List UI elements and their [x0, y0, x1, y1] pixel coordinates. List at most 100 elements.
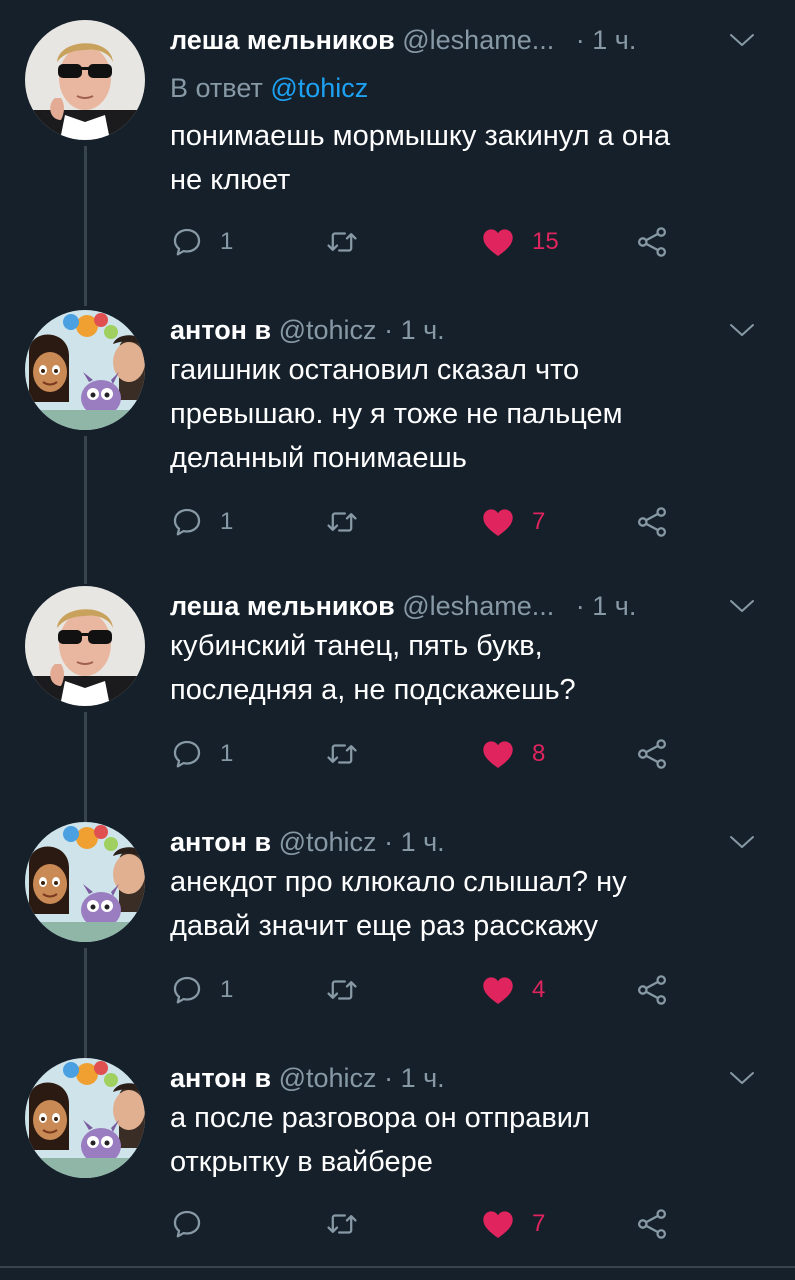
avatar-image: [25, 310, 145, 430]
timestamp[interactable]: 1 ч.: [401, 1063, 445, 1093]
like-icon: [480, 224, 516, 260]
reply-button[interactable]: 1: [170, 736, 233, 772]
timestamp[interactable]: 1 ч.: [592, 591, 636, 621]
tweet-text: понимаешь мормышку закинул а она не клюе…: [170, 120, 671, 196]
share-icon: [635, 973, 669, 1007]
reply-count: 1: [220, 740, 234, 767]
avatar-image: [25, 1058, 145, 1178]
chevron-down-icon[interactable]: [729, 1068, 755, 1088]
reply-icon: [170, 225, 204, 259]
reply-icon: [170, 505, 204, 539]
reply-count: 1: [220, 508, 234, 535]
display-name[interactable]: леша мельников: [170, 25, 395, 55]
display-name[interactable]: антон в: [170, 827, 271, 857]
share-button[interactable]: [635, 736, 669, 772]
thread-line: [84, 146, 87, 306]
display-name[interactable]: леша мельников: [170, 591, 395, 621]
like-icon: [480, 972, 516, 1008]
share-icon: [635, 1207, 669, 1241]
timestamp[interactable]: 1 ч.: [592, 25, 636, 55]
reply-count: 1: [220, 976, 234, 1003]
like-button[interactable]: 15: [480, 224, 559, 260]
separator-dot: ·: [384, 315, 394, 345]
tweet-actions: 1 7: [170, 504, 690, 540]
display-name[interactable]: антон в: [170, 315, 271, 345]
thread-line: [84, 712, 87, 824]
thread-line: [84, 436, 87, 584]
retweet-icon: [325, 1207, 359, 1241]
tweet-text: анекдот про клюкало слышал? ну давай зна…: [170, 866, 627, 942]
retweet-icon: [325, 973, 359, 1007]
share-button[interactable]: [635, 972, 669, 1008]
separator-dot: ·: [575, 25, 585, 55]
avatar-image: [25, 586, 145, 706]
like-count: 15: [532, 228, 559, 255]
avatar[interactable]: [25, 586, 145, 706]
like-button[interactable]: 4: [480, 972, 545, 1008]
user-handle[interactable]: @tohicz: [279, 827, 377, 857]
user-handle[interactable]: @leshame...: [402, 591, 554, 621]
reply-icon: [170, 737, 204, 771]
timestamp[interactable]: 1 ч.: [401, 315, 445, 345]
user-handle[interactable]: @leshame...: [402, 25, 554, 55]
like-button[interactable]: 7: [480, 1206, 545, 1242]
share-button[interactable]: [635, 504, 669, 540]
retweet-button[interactable]: [325, 224, 359, 260]
tweet-actions: 1 8: [170, 736, 690, 772]
tweet-header: леша мельников @leshame... · 1 ч.: [170, 20, 755, 60]
reply-icon: [170, 973, 204, 1007]
chevron-down-icon[interactable]: [729, 320, 755, 340]
display-name[interactable]: антон в: [170, 1063, 271, 1093]
tweet-header: леша мельников @leshame... · 1 ч.: [170, 586, 755, 626]
like-button[interactable]: 7: [480, 504, 545, 540]
retweet-icon: [325, 225, 359, 259]
retweet-button[interactable]: [325, 972, 359, 1008]
avatar[interactable]: [25, 1058, 145, 1178]
retweet-button[interactable]: [325, 504, 359, 540]
tweet-actions: 1 4: [170, 972, 690, 1008]
like-icon: [480, 1206, 516, 1242]
tweet-actions: 1 15: [170, 224, 690, 260]
avatar[interactable]: [25, 20, 145, 140]
timestamp[interactable]: 1 ч.: [401, 827, 445, 857]
tweet-text: кубинский танец, пять букв, последняя а,…: [170, 630, 576, 706]
share-button[interactable]: [635, 224, 669, 260]
separator-dot: ·: [384, 827, 394, 857]
retweet-icon: [325, 737, 359, 771]
tweet-header: антон в @tohicz · 1 ч.: [170, 310, 755, 350]
like-count: 7: [532, 1210, 546, 1237]
like-count: 8: [532, 740, 546, 767]
share-icon: [635, 225, 669, 259]
reply-count: 1: [220, 228, 234, 255]
reply-icon: [170, 1207, 204, 1241]
reply-button[interactable]: 1: [170, 224, 233, 260]
avatar-image: [25, 822, 145, 942]
reply-button[interactable]: 1: [170, 504, 233, 540]
avatar[interactable]: [25, 822, 145, 942]
reply-prefix: В ответ: [170, 73, 263, 103]
thread-line: [84, 948, 87, 1058]
retweet-button[interactable]: [325, 1206, 359, 1242]
tweet-header: антон в @tohicz · 1 ч.: [170, 822, 755, 862]
share-icon: [635, 737, 669, 771]
avatar[interactable]: [25, 310, 145, 430]
user-handle[interactable]: @tohicz: [279, 1063, 377, 1093]
chevron-down-icon[interactable]: [729, 30, 755, 50]
chevron-down-icon[interactable]: [729, 596, 755, 616]
chevron-down-icon[interactable]: [729, 832, 755, 852]
user-handle[interactable]: @tohicz: [279, 315, 377, 345]
share-button[interactable]: [635, 1206, 669, 1242]
divider: [0, 1266, 795, 1268]
retweet-icon: [325, 505, 359, 539]
reply-button[interactable]: [170, 1206, 220, 1242]
reply-button[interactable]: 1: [170, 972, 233, 1008]
separator-dot: ·: [575, 591, 585, 621]
separator-dot: ·: [384, 1063, 394, 1093]
avatar-image: [25, 20, 145, 140]
like-count: 4: [532, 976, 546, 1003]
retweet-button[interactable]: [325, 736, 359, 772]
like-button[interactable]: 8: [480, 736, 545, 772]
reply-context: В ответ @tohicz: [170, 68, 368, 108]
mention-link[interactable]: @tohicz: [270, 73, 368, 103]
like-icon: [480, 736, 516, 772]
